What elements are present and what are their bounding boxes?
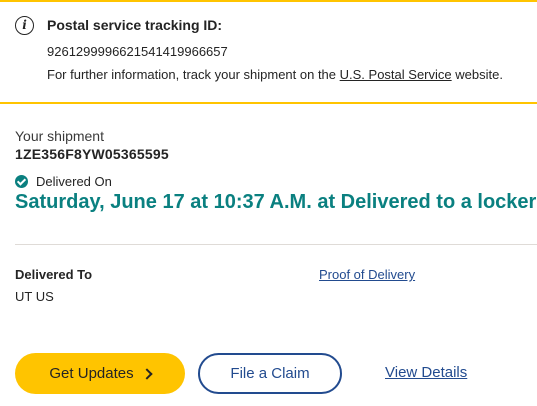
divider: [15, 244, 537, 245]
notice-text-before: For further information, track your ship…: [47, 67, 340, 82]
file-claim-button[interactable]: File a Claim: [198, 353, 342, 394]
delivered-to-label: Delivered To: [15, 267, 93, 282]
notice-text-after: website.: [451, 67, 503, 82]
proof-of-delivery-link[interactable]: Proof of Delivery: [319, 267, 415, 282]
delivery-status-detail: Saturday, June 17 at 10:37 A.M. at Deliv…: [15, 191, 537, 213]
delivered-to-value: UT US: [15, 289, 54, 304]
check-circle-icon: [15, 175, 28, 188]
shipment-label: Your shipment: [15, 128, 104, 144]
info-icon: i: [15, 16, 34, 35]
tracking-notice: i Postal service tracking ID: 9261299996…: [0, 0, 537, 104]
get-updates-button[interactable]: Get Updates: [15, 353, 185, 394]
usps-link[interactable]: U.S. Postal Service: [340, 67, 452, 82]
notice-title: Postal service tracking ID:: [47, 17, 223, 33]
shipment-number: 1ZE356F8YW05365595: [15, 146, 169, 162]
view-details-link[interactable]: View Details: [385, 364, 467, 381]
postal-tracking-id: 9261299996621541419966657: [47, 44, 228, 59]
chevron-right-icon: [140, 368, 153, 380]
status-label: Delivered On: [36, 174, 112, 189]
get-updates-label: Get Updates: [49, 365, 134, 382]
notice-text: For further information, track your ship…: [47, 67, 503, 82]
